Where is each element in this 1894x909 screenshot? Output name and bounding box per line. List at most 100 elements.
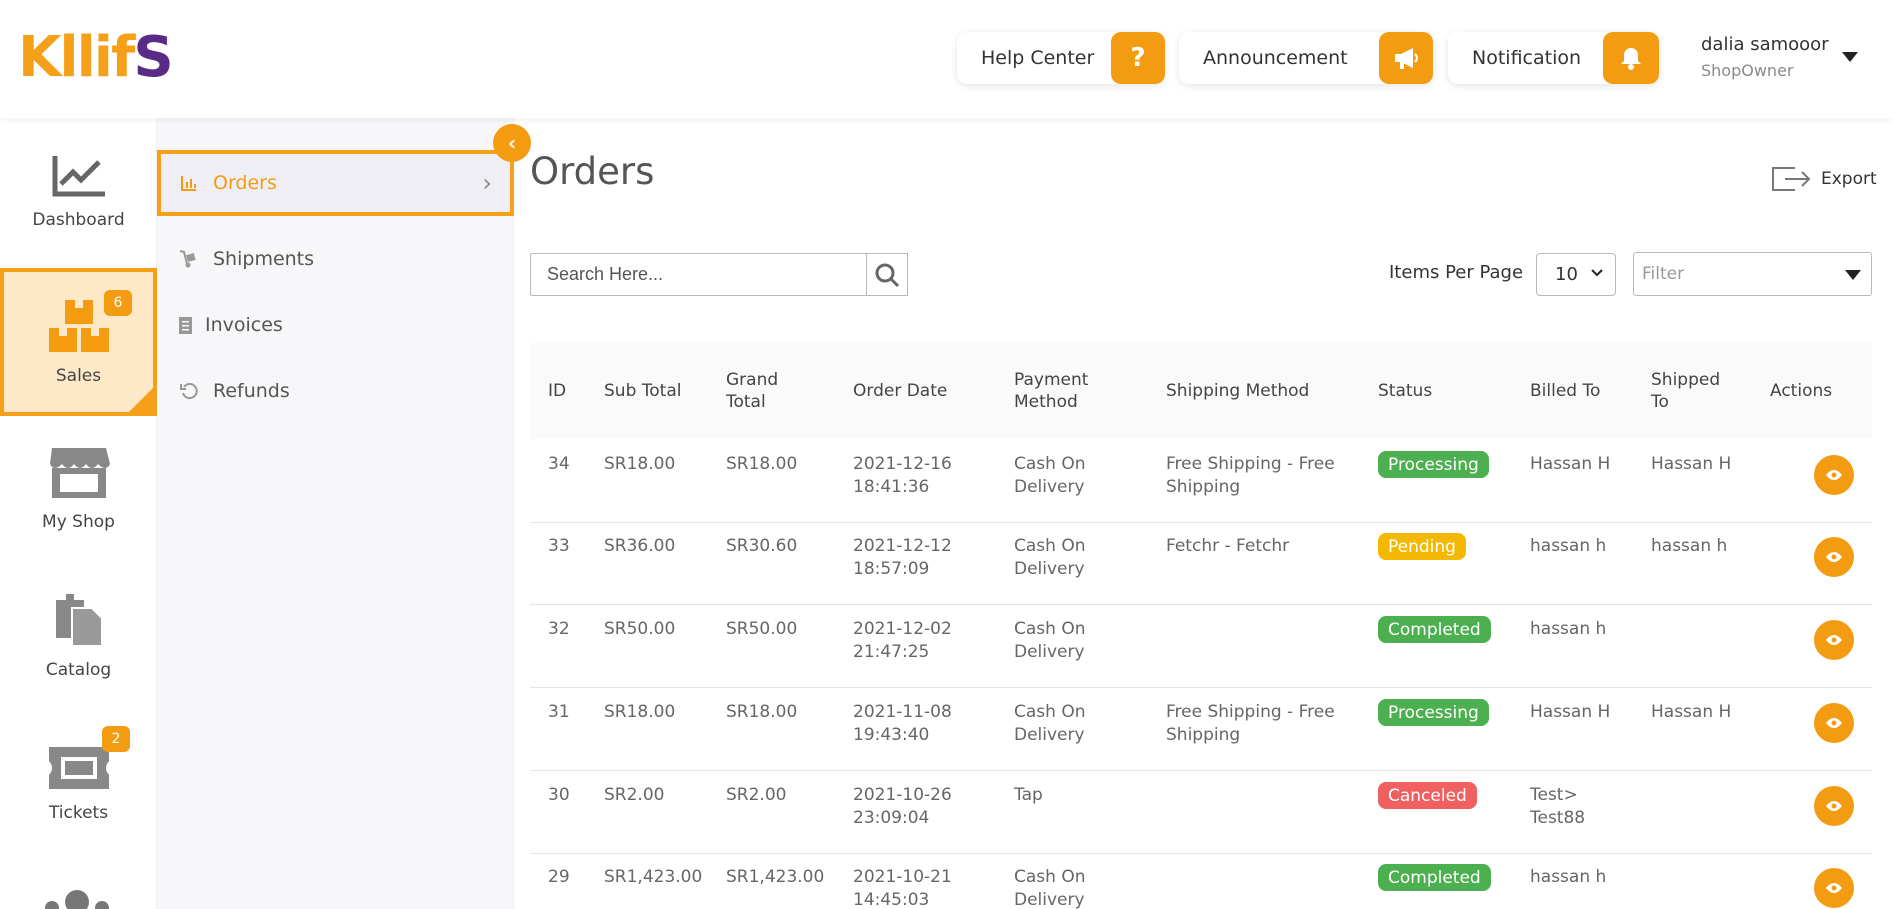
sales-count-badge: 6	[104, 290, 132, 316]
cell-shipped-to: Hassan H	[1651, 702, 1732, 722]
cell-shipping-method: Free Shipping - Free Shipping	[1166, 454, 1335, 497]
rail-label-dashboard: Dashboard	[32, 210, 125, 230]
cell-sub-total: SR18.00	[604, 454, 676, 474]
users-icon[interactable]	[44, 886, 110, 909]
status-badge: Completed	[1378, 864, 1491, 891]
rail-item-dashboard[interactable]: Dashboard	[0, 118, 157, 266]
col-header-shipped-to[interactable]: Shipped To	[1651, 343, 1731, 439]
col-header-grand-total[interactable]: Grand Total	[726, 343, 796, 439]
boxes-icon	[48, 300, 109, 352]
cell-id: 30	[548, 785, 570, 805]
subnav-item-refunds[interactable]: Refunds	[157, 358, 514, 424]
export-label: Export	[1821, 169, 1877, 189]
cell-grand-total: SR18.00	[726, 454, 798, 474]
status-badge: Canceled	[1378, 782, 1477, 809]
col-header-payment-method[interactable]: Payment Method	[1014, 343, 1104, 439]
view-order-button[interactable]	[1814, 868, 1854, 908]
cell-sub-total: SR50.00	[604, 619, 676, 639]
cell-billed-to: Hassan H	[1530, 454, 1611, 474]
main-rail: Dashboard Sales 6 My Shop Catalog Ticket…	[0, 118, 157, 909]
documents-icon	[55, 594, 103, 647]
eye-icon	[1826, 552, 1842, 562]
help-center-button[interactable]: Help Center ?	[957, 32, 1165, 84]
cell-id: 33	[548, 536, 570, 556]
subnav-item-orders[interactable]: Orders ›	[157, 150, 514, 216]
cell-order-date: 2021-12-16 18:41:36	[853, 454, 952, 497]
notification-button[interactable]: Notification	[1448, 32, 1659, 84]
items-per-page-select[interactable]: 10	[1536, 253, 1616, 296]
collapse-subnav-button[interactable]: ‹	[493, 124, 531, 162]
rail-item-my-shop[interactable]: My Shop	[0, 414, 157, 562]
rail-label-tickets: Tickets	[48, 803, 109, 823]
caret-down-icon	[1845, 270, 1861, 280]
subnav-label-invoices: Invoices	[205, 314, 283, 336]
klliks-logo[interactable]: Klli f S	[18, 30, 174, 86]
cell-sub-total: SR2.00	[604, 785, 665, 805]
col-header-status[interactable]: Status	[1378, 343, 1432, 439]
user-name: dalia samooor	[1701, 34, 1829, 55]
cell-billed-to: hassan h	[1530, 536, 1607, 556]
cell-shipping-method: Fetchr - Fetchr	[1166, 536, 1290, 556]
view-order-button[interactable]	[1814, 786, 1854, 826]
bar-chart-icon	[177, 175, 201, 191]
status-badge: Processing	[1378, 451, 1489, 478]
chevron-right-icon: ›	[482, 169, 492, 197]
chart-icon	[52, 156, 105, 197]
eye-icon	[1826, 470, 1842, 480]
cell-id: 34	[548, 454, 570, 474]
subnav-label-shipments: Shipments	[213, 248, 315, 270]
caret-down-icon[interactable]	[1842, 52, 1858, 62]
rail-item-sales[interactable]: Sales 6	[0, 268, 157, 416]
rail-item-catalog[interactable]: Catalog	[0, 562, 157, 710]
items-per-page-label: Items Per Page	[1389, 262, 1524, 283]
megaphone-icon	[1379, 32, 1433, 84]
cell-order-date: 2021-12-02 21:47:25	[853, 619, 952, 662]
cell-grand-total: SR2.00	[726, 785, 787, 805]
cell-id: 29	[548, 867, 570, 887]
filter-select[interactable]: Filter	[1633, 252, 1872, 296]
search-button[interactable]	[866, 253, 908, 296]
status-badge: Processing	[1378, 699, 1489, 726]
user-menu[interactable]: dalia samooor ShopOwner	[1701, 34, 1829, 80]
export-button[interactable]: Export	[1771, 164, 1877, 194]
view-order-button[interactable]	[1814, 620, 1854, 660]
orders-table-header: ID Sub Total Grand Total Order Date Paym…	[530, 343, 1872, 439]
bell-icon	[1603, 32, 1659, 84]
announcement-button[interactable]: Announcement	[1179, 32, 1433, 84]
view-order-button[interactable]	[1814, 455, 1854, 495]
chevron-left-icon: ‹	[507, 131, 517, 155]
status-badge: Pending	[1378, 533, 1466, 560]
sales-subnav: Orders › Shipments Invoices Refunds	[157, 118, 514, 909]
ticket-icon	[48, 747, 109, 789]
cell-payment-method: Cash On Delivery	[1014, 454, 1086, 497]
rail-item-tickets[interactable]: Tickets 2	[0, 710, 157, 858]
export-icon	[1772, 167, 1811, 191]
invoice-icon	[177, 316, 193, 334]
rail-label-sales: Sales	[55, 366, 102, 386]
shop-icon	[49, 448, 110, 498]
subnav-item-invoices[interactable]: Invoices	[157, 292, 514, 358]
cell-grand-total: SR50.00	[726, 619, 798, 639]
table-row: 29 SR1,423.00 SR1,423.00 2021-10-21 14:4…	[530, 854, 1872, 909]
hand-truck-icon	[177, 250, 201, 268]
search-input[interactable]	[530, 253, 867, 296]
view-order-button[interactable]	[1814, 703, 1854, 743]
cell-billed-to: Test> Test88	[1530, 785, 1586, 828]
items-per-page-value: 10	[1555, 264, 1578, 285]
col-header-order-date[interactable]: Order Date	[853, 343, 947, 439]
col-header-sub-total[interactable]: Sub Total	[604, 343, 681, 439]
cell-shipping-method: Free Shipping - Free Shipping	[1166, 702, 1335, 745]
cell-sub-total: SR18.00	[604, 702, 676, 722]
question-icon: ?	[1111, 32, 1165, 84]
view-order-button[interactable]	[1814, 537, 1854, 577]
cell-grand-total: SR18.00	[726, 702, 798, 722]
cell-shipped-to: Hassan H	[1651, 454, 1732, 474]
cell-id: 32	[548, 619, 570, 639]
col-header-billed-to[interactable]: Billed To	[1530, 343, 1600, 439]
tickets-count-badge: 2	[102, 726, 130, 752]
table-row: 33 SR36.00 SR30.60 2021-12-12 18:57:09 C…	[530, 523, 1872, 605]
col-header-shipping-method[interactable]: Shipping Method	[1166, 343, 1309, 439]
subnav-item-shipments[interactable]: Shipments	[157, 226, 514, 292]
col-header-id[interactable]: ID	[548, 343, 566, 439]
table-row: 34 SR18.00 SR18.00 2021-12-16 18:41:36 C…	[530, 441, 1872, 523]
